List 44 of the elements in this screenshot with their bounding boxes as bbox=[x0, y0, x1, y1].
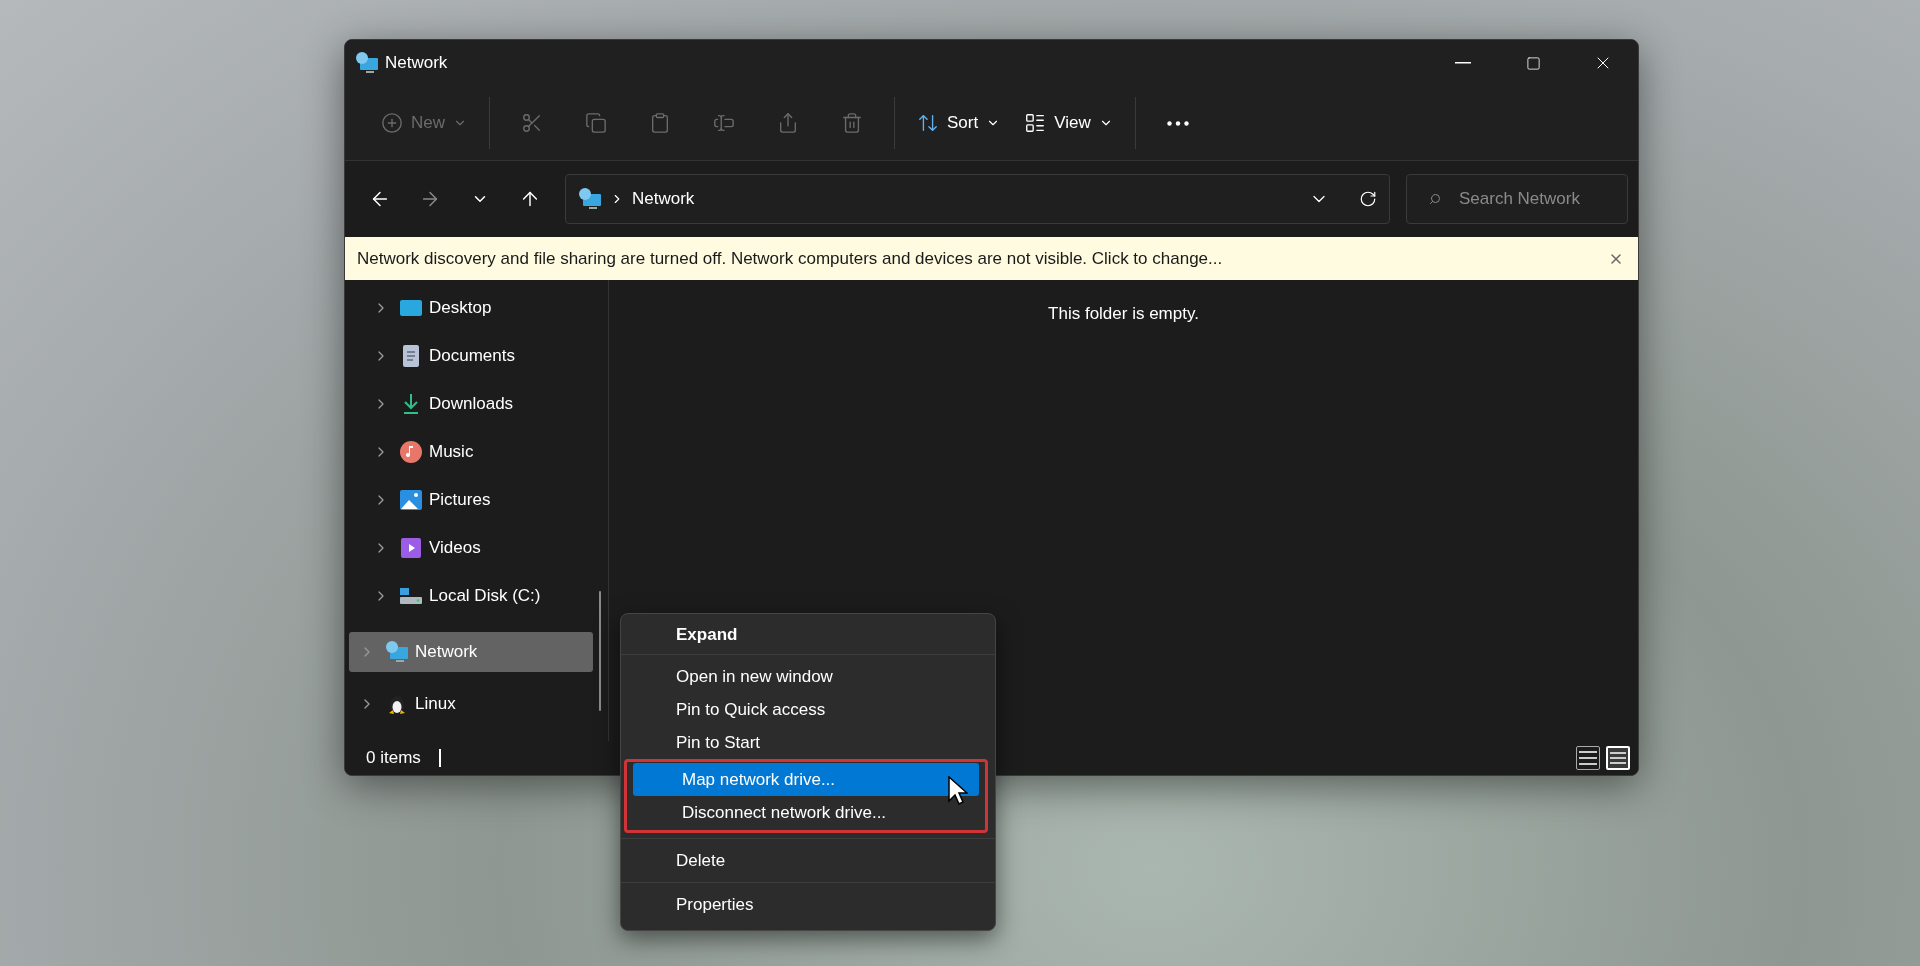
tiles-view-button[interactable] bbox=[1606, 746, 1630, 770]
network-computer-icon bbox=[578, 187, 602, 211]
list-layout-icon bbox=[1024, 112, 1047, 134]
sidebar-item[interactable]: Network bbox=[349, 632, 593, 672]
menu-item[interactable]: Delete bbox=[627, 844, 989, 877]
toolbar-button[interactable]: View bbox=[1014, 100, 1123, 146]
sidebar-item[interactable]: Pictures bbox=[345, 476, 608, 524]
breadcrumb[interactable]: Network bbox=[632, 189, 695, 209]
sidebar-item[interactable]: Videos bbox=[345, 524, 608, 572]
sidebar-item[interactable]: Desktop bbox=[345, 284, 608, 332]
refresh-icon[interactable] bbox=[1359, 190, 1377, 208]
mouse-pointer-icon bbox=[948, 776, 968, 806]
sidebar-item[interactable]: Local Disk (C:) bbox=[345, 572, 608, 620]
picture-icon bbox=[399, 488, 423, 512]
window-title: Network bbox=[385, 53, 449, 73]
address-bar[interactable]: Network bbox=[565, 174, 1390, 224]
minimize-icon bbox=[1455, 62, 1471, 64]
sidebar-item[interactable]: Downloads bbox=[345, 380, 608, 428]
details-view-button[interactable] bbox=[1576, 746, 1600, 770]
empty-folder-message: This folder is empty. bbox=[1048, 304, 1199, 324]
menu-item[interactable]: Open in new window bbox=[627, 660, 989, 693]
search-field[interactable]: Search Network bbox=[1406, 174, 1628, 224]
banner-text[interactable]: Network discovery and file sharing are turned off. Network computers and devices are not visible. Click to change... bbox=[357, 248, 1608, 269]
network-computer-icon bbox=[385, 640, 409, 664]
sidebar-item[interactable]: Documents bbox=[345, 332, 608, 380]
sidebar-item[interactable]: Linux bbox=[349, 684, 593, 724]
music-note-icon bbox=[399, 440, 423, 464]
menu-item[interactable]: Pin to Quick access bbox=[627, 693, 989, 726]
search-input[interactable]: Search Network bbox=[1457, 188, 1611, 210]
maximize-icon bbox=[1525, 55, 1541, 71]
sort-arrows-icon bbox=[917, 112, 939, 134]
info-banner[interactable]: Network discovery and file sharing are turned off. Network computers and devices are not visible. Click to change... bbox=[345, 237, 1638, 280]
menu-item[interactable]: Map network drive... bbox=[633, 763, 979, 796]
video-icon bbox=[399, 536, 423, 560]
item-count: 0 items bbox=[366, 748, 421, 768]
scrollbar[interactable] bbox=[599, 591, 601, 711]
network-computer-icon bbox=[355, 51, 379, 75]
sidebar-item[interactable]: Music bbox=[345, 428, 608, 476]
menu-item[interactable]: Properties bbox=[627, 888, 989, 921]
menu-item[interactable]: Disconnect network drive... bbox=[633, 796, 979, 829]
plus-circle-icon bbox=[381, 112, 403, 134]
toolbar-button[interactable]: Sort bbox=[907, 100, 1011, 146]
menu-item[interactable]: Expand bbox=[627, 618, 989, 651]
menu-item[interactable]: Pin to Start bbox=[627, 726, 989, 759]
